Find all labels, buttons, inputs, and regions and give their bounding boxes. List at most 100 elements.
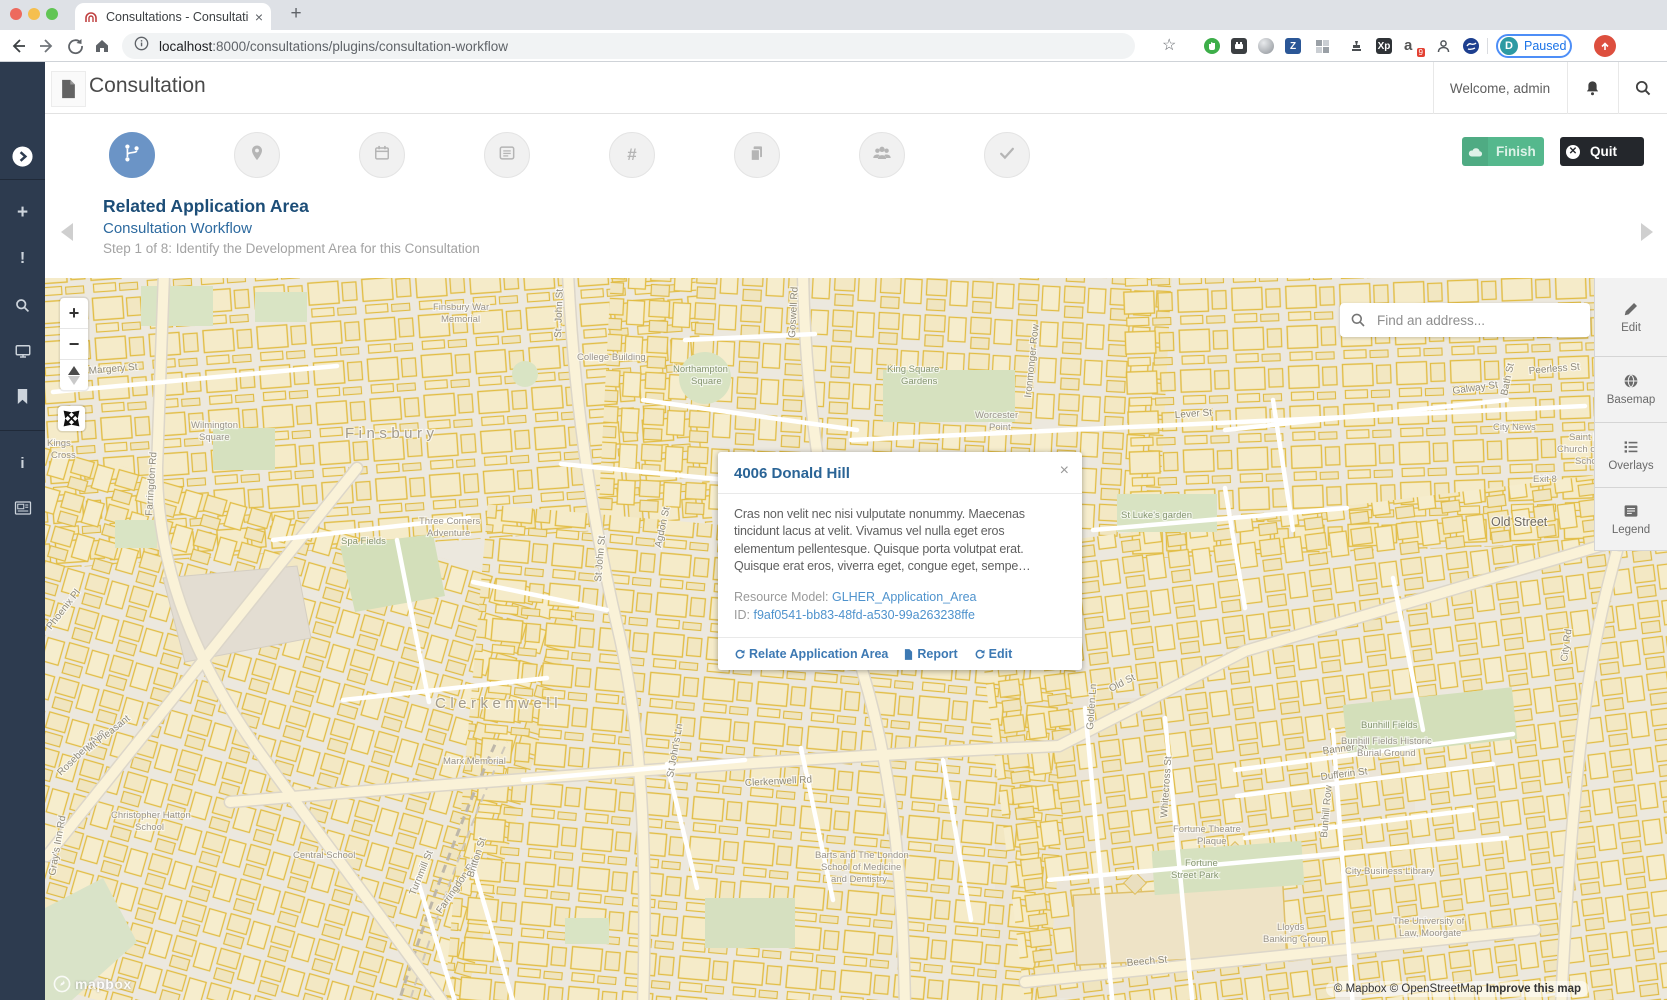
sidebar-media-icon[interactable]	[0, 493, 45, 523]
overlays-list-icon	[1623, 439, 1639, 455]
map-label: School	[135, 822, 164, 833]
search-icon	[1350, 312, 1366, 328]
map-feature-popup: 4006 Donald Hill × Cras non velit nec ni…	[718, 452, 1082, 670]
notifications-bell-icon[interactable]	[1568, 62, 1616, 114]
map-label: Square	[199, 432, 230, 443]
extension-icon-grid[interactable]	[1312, 36, 1332, 56]
step-contacts[interactable]	[859, 132, 905, 178]
compass-control[interactable]	[60, 360, 88, 390]
expand-arrows-icon	[63, 410, 80, 427]
map-overlays-button[interactable]: Overlays	[1595, 423, 1667, 488]
zotero-extension-icon[interactable]: Z	[1283, 36, 1303, 56]
next-step-arrow[interactable]	[1641, 223, 1653, 241]
map-label: Worcester	[975, 410, 1018, 421]
mapbox-logo[interactable]: mapbox	[53, 975, 132, 993]
step-title: Related Application Area	[103, 196, 309, 217]
previous-step-arrow[interactable]	[61, 223, 73, 241]
app-search-icon[interactable]	[1619, 62, 1667, 114]
reload-button[interactable]	[64, 35, 86, 57]
window-close-button[interactable]	[10, 8, 22, 20]
report-link[interactable]: Report	[904, 647, 957, 661]
extension-icon-sphere[interactable]	[1256, 36, 1276, 56]
window-minimize-button[interactable]	[28, 8, 40, 20]
step-related-application-area[interactable]	[109, 132, 155, 178]
zoom-in-button[interactable]: +	[60, 298, 88, 328]
browser-update-icon[interactable]	[1594, 35, 1616, 57]
home-button[interactable]	[91, 35, 113, 57]
annotator-extension-icon[interactable]: a 9	[1403, 36, 1423, 56]
evernote-extension-icon[interactable]	[1202, 36, 1222, 56]
forward-button[interactable]	[36, 35, 58, 57]
map-edit-button[interactable]: Edit	[1595, 278, 1667, 357]
zoom-out-button[interactable]: −	[60, 329, 88, 359]
map-label: Bunhill Fields	[1361, 720, 1418, 731]
step-complete[interactable]	[984, 132, 1030, 178]
url-path: :8000/consultations/plugins/consultation…	[212, 39, 508, 54]
new-tab-button[interactable]: +	[284, 2, 308, 26]
resource-model-link[interactable]: GLHER_Application_Area	[832, 590, 977, 604]
map-label: Burial Ground	[1357, 748, 1416, 759]
sidebar-notifs-icon[interactable]: !	[0, 244, 45, 274]
back-button[interactable]	[7, 35, 29, 57]
globe-extension-icon[interactable]	[1461, 36, 1481, 56]
osm-attribution-link[interactable]: © OpenStreetMap	[1390, 983, 1483, 995]
map-canvas[interactable]: Margery StFarringdon RdFarringdon RdRose…	[45, 278, 1667, 1000]
relate-application-area-link[interactable]: Relate Application Area	[734, 647, 888, 661]
popup-description: Cras non velit nec nisi vulputate nonumm…	[734, 506, 1066, 575]
resource-id-link[interactable]: f9af0541-bb83-48fd-a530-99a263238ffe	[753, 608, 975, 622]
sidebar-expand-button[interactable]	[0, 141, 45, 171]
xp-extension-icon[interactable]: Xp	[1374, 36, 1394, 56]
improve-map-link[interactable]: Improve this map	[1486, 983, 1581, 995]
map-marker-icon	[247, 143, 267, 168]
map-label: Bunhill Fields Historic	[1341, 736, 1432, 747]
welcome-user[interactable]: Welcome, admin	[1437, 62, 1563, 114]
map-label: and Dentistry	[831, 874, 887, 885]
map-label: Banking Group	[1263, 934, 1326, 945]
map-label: Northampton	[673, 364, 728, 375]
map-basemap-button[interactable]: Basemap	[1595, 357, 1667, 423]
extension-icon-dark[interactable]	[1229, 36, 1249, 56]
extension-icon-stamp[interactable]	[1346, 36, 1366, 56]
bookmark-star-icon[interactable]: ☆	[1162, 35, 1176, 55]
persona-extension-icon[interactable]	[1433, 36, 1453, 56]
step-dates[interactable]	[359, 132, 405, 178]
window-zoom-button[interactable]	[46, 8, 58, 20]
page-info-icon[interactable]	[134, 36, 149, 56]
sidebar-info-icon[interactable]: i	[0, 448, 45, 478]
popup-title: 4006 Donald Hill	[734, 465, 850, 482]
close-circle-icon: ✕	[1560, 137, 1586, 166]
edit-icon	[974, 649, 985, 660]
browser-tab[interactable]: Consultations - Consultation ×	[75, 3, 271, 30]
fullscreen-button[interactable]	[58, 406, 85, 431]
step-numbers[interactable]: #	[609, 132, 655, 178]
map-label: St Luke's garden	[1121, 510, 1192, 521]
address-search-input[interactable]	[1375, 312, 1569, 329]
popup-close-icon[interactable]: ×	[1060, 462, 1069, 480]
map-label: Clerkenwell	[435, 695, 562, 712]
edit-link[interactable]: Edit	[974, 647, 1013, 661]
quit-button[interactable]: ✕ Quit	[1560, 137, 1644, 166]
map-label: The University of	[1393, 916, 1465, 927]
profile-paused-badge[interactable]: D Paused	[1496, 34, 1572, 58]
sidebar-add-icon[interactable]: +	[0, 198, 45, 228]
step-details[interactable]	[484, 132, 530, 178]
hashtag-icon: #	[627, 145, 636, 165]
sidebar-screen-icon[interactable]	[0, 336, 45, 366]
map-label: Cross	[51, 450, 76, 461]
finish-button[interactable]: Finish	[1462, 137, 1544, 166]
map-label: Barts and The London	[815, 850, 909, 861]
mapbox-attribution-link[interactable]: © Mapbox	[1334, 983, 1387, 995]
map-label: Christopher Hatton	[111, 810, 191, 821]
cloud-upload-icon	[1462, 137, 1488, 166]
address-bar[interactable]: localhost:8000/consultations/plugins/con…	[122, 33, 1135, 59]
map-legend-button[interactable]: Legend	[1595, 488, 1667, 551]
globe-icon	[1623, 373, 1639, 389]
map-label: Three Corners	[419, 516, 480, 527]
sidebar-bookmark-icon[interactable]	[0, 381, 45, 411]
sidebar-search-icon[interactable]	[0, 290, 45, 320]
step-map[interactable]	[234, 132, 280, 178]
map-label: Fortune Theatre	[1173, 824, 1241, 835]
map-label: Wilmington	[191, 420, 238, 431]
step-documents[interactable]	[734, 132, 780, 178]
tab-close-icon[interactable]: ×	[255, 9, 263, 25]
